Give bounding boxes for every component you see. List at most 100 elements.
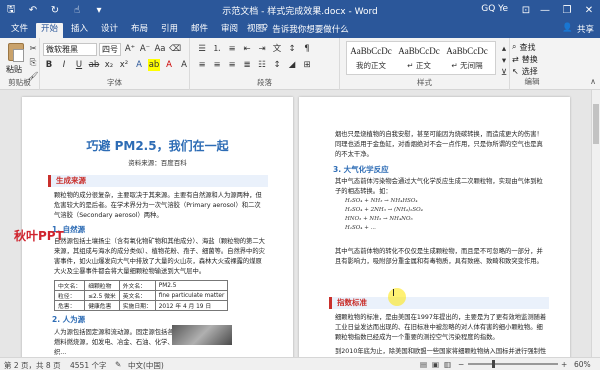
- table-cell: ≤2.5 微米: [84, 290, 120, 301]
- title-bar: 🖫 ↶ ↻ ☝ ▾ 示范文档 - 样式完成效果.docx - Word GQ Y…: [0, 0, 600, 20]
- paste-icon[interactable]: [8, 43, 24, 62]
- page-count[interactable]: 第 2 页，共 8 页: [4, 360, 61, 370]
- paragraph: 人为源包括固定源和流动源。固定源包括各种燃料燃烧源，如发电、冶金、石油、化学、纺…: [54, 329, 180, 356]
- paste-label[interactable]: 粘贴: [6, 64, 22, 75]
- paragraph: 自然源包括土壤扬尘（含有氧化物矿物和其他成分）、海盐（颗粒物的第二大来源，其组成…: [54, 238, 265, 275]
- tab-home[interactable]: 开始: [36, 23, 64, 38]
- tab-file[interactable]: 文件: [6, 23, 33, 38]
- styles-gallery: AaBbCcDc 我的正文 AaBbCcDc ↵ 正文 AaBbCcDc ↵ 无…: [346, 41, 496, 75]
- tab-design[interactable]: 设计: [96, 23, 123, 38]
- styles-scroll-up-icon[interactable]: ▴: [498, 43, 510, 55]
- justify-icon[interactable]: ≣: [241, 59, 253, 71]
- read-mode-icon[interactable]: ▤: [420, 360, 427, 369]
- increase-indent-icon[interactable]: ⇥: [256, 43, 268, 55]
- clear-format-icon[interactable]: ⌫: [169, 43, 181, 55]
- bold-icon[interactable]: B: [43, 59, 55, 71]
- section-heading: 生成来源: [48, 175, 268, 187]
- minimize-button[interactable]: —: [534, 0, 556, 20]
- replace-button[interactable]: ⇄ 替换: [512, 53, 538, 65]
- restore-button[interactable]: ❐: [556, 0, 578, 20]
- borders-icon[interactable]: ⊞: [301, 59, 313, 71]
- subheading: 3. 大气化学反应: [333, 165, 389, 174]
- document-area: 巧避 PM2.5，我们在一起 资料来源：百度百科 生成来源 颗粒物的成分很复杂，…: [0, 90, 600, 357]
- table-cell: 外文名：: [118, 280, 156, 291]
- text-effects-icon[interactable]: A: [133, 59, 145, 71]
- word-count[interactable]: 4551 个字: [70, 360, 106, 370]
- styles-label: 样式: [417, 78, 432, 87]
- italic-icon[interactable]: I: [58, 59, 70, 71]
- shading-icon[interactable]: ◢: [286, 59, 298, 71]
- table-cell: 2012 年 4 月 19 日: [154, 300, 229, 311]
- zoom-slider[interactable]: [468, 363, 558, 365]
- chinese-layout-icon[interactable]: 文: [271, 43, 283, 55]
- zoom-slider-thumb[interactable]: [492, 360, 495, 368]
- tab-layout[interactable]: 布局: [126, 23, 153, 38]
- align-left-icon[interactable]: ≡: [196, 59, 208, 71]
- inline-photo[interactable]: [172, 325, 232, 345]
- share-button[interactable]: 👤 共享: [562, 23, 594, 35]
- style-sample: AaBbCcDc: [350, 46, 392, 56]
- highlight-icon[interactable]: ab: [148, 59, 160, 71]
- subscript-icon[interactable]: x₂: [103, 59, 115, 71]
- change-case-icon[interactable]: Aa: [154, 43, 166, 55]
- zoom-out-icon[interactable]: −: [458, 360, 464, 369]
- zoom-in-icon[interactable]: +: [561, 360, 567, 369]
- select-label: 选择: [521, 66, 538, 76]
- strikethrough-icon[interactable]: ab: [88, 59, 100, 71]
- tab-review[interactable]: 审阅: [216, 23, 243, 38]
- select-icon: ↖: [512, 66, 519, 76]
- table-cell: 危害：: [53, 300, 86, 311]
- font-size-select[interactable]: 四号: [99, 43, 121, 56]
- table-cell: 健康危害: [84, 300, 120, 311]
- font-name-select[interactable]: 微软雅黑: [43, 43, 97, 56]
- web-layout-icon[interactable]: ▥: [444, 360, 451, 369]
- vertical-scrollbar[interactable]: [591, 90, 600, 357]
- distributed-icon[interactable]: ☷: [256, 59, 268, 71]
- superscript-icon[interactable]: x²: [118, 59, 130, 71]
- copy-icon[interactable]: ⎘: [27, 57, 39, 69]
- style-no-spacing[interactable]: AaBbCcDc ↵ 无间隔: [445, 42, 489, 74]
- share-label: 共享: [576, 25, 594, 35]
- styles-group: AaBbCcDc 我的正文 AaBbCcDc ↵ 正文 AaBbCcDc ↵ 无…: [340, 38, 510, 90]
- tell-me-box[interactable]: ♀ 告诉我你想要做什么: [262, 23, 349, 35]
- proofing-icon[interactable]: ✎: [115, 360, 121, 369]
- click-highlight: [388, 288, 406, 306]
- underline-icon[interactable]: U: [73, 59, 85, 71]
- table-row: 危害： 健康危害 实施日期： 2012 年 4 月 19 日: [53, 300, 229, 311]
- line-spacing-icon[interactable]: ↕: [271, 59, 283, 71]
- shrink-font-icon[interactable]: A⁻: [139, 43, 151, 55]
- multilevel-list-icon[interactable]: ≡: [226, 43, 238, 55]
- decrease-indent-icon[interactable]: ⇤: [241, 43, 253, 55]
- formula-line: H₂SO₄ + NH₃ → NH₄HSO₄: [345, 198, 418, 204]
- close-button[interactable]: ✕: [578, 0, 600, 20]
- tab-references[interactable]: 引用: [156, 23, 183, 38]
- show-marks-icon[interactable]: ¶: [301, 43, 313, 55]
- tab-mailings[interactable]: 邮件: [186, 23, 213, 38]
- print-layout-icon[interactable]: ▣: [432, 360, 439, 369]
- scrollbar-thumb[interactable]: [593, 104, 599, 144]
- tab-insert[interactable]: 插入: [66, 23, 93, 38]
- bullets-icon[interactable]: ☰: [196, 43, 208, 55]
- user-name[interactable]: GQ Ye: [481, 4, 508, 14]
- text-cursor-icon: I: [392, 288, 395, 299]
- numbering-icon[interactable]: ⒈: [211, 43, 223, 55]
- find-button[interactable]: ⌕ 查找: [512, 41, 538, 53]
- align-right-icon[interactable]: ≡: [226, 59, 238, 71]
- style-my-body[interactable]: AaBbCcDc 我的正文: [349, 42, 393, 74]
- paragraph-group: ☰ ⒈ ≡ ⇤ ⇥ 文 ↕ ¶ ≡ ≡ ≡ ≣ ☷ ↕ ◢ ⊞ 段落: [190, 38, 340, 90]
- grow-font-icon[interactable]: A⁺: [124, 43, 136, 55]
- style-normal[interactable]: AaBbCcDc ↵ 正文: [397, 42, 441, 74]
- language[interactable]: 中文(中国): [128, 360, 164, 370]
- ribbon-options-icon[interactable]: ⊡: [518, 0, 534, 20]
- sort-icon[interactable]: ↕: [286, 43, 298, 55]
- font-color-icon[interactable]: A: [163, 59, 175, 71]
- align-center-icon[interactable]: ≡: [211, 59, 223, 71]
- section-heading: 指数标准: [329, 297, 549, 309]
- collapse-ribbon-icon[interactable]: ∧: [590, 77, 596, 86]
- info-table: 中文名： 细颗粒物 外文名： PM2.5 粒径： ≤2.5 微米 英文名： fi…: [53, 280, 229, 311]
- zoom-level[interactable]: 60%: [574, 360, 591, 369]
- cut-icon[interactable]: ✂: [27, 43, 39, 55]
- styles-scroll-down-icon[interactable]: ▾: [498, 55, 510, 67]
- formula-line: HNO₃ + NH₃ → NH₄NO₃: [345, 216, 413, 222]
- char-shading-icon[interactable]: A: [178, 59, 190, 71]
